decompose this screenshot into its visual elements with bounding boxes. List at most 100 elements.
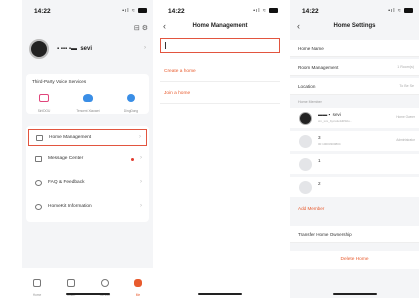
- chevron-right-icon: ›: [140, 179, 142, 185]
- battery-icon: [269, 8, 278, 14]
- nav-bar: ‹ Home Settings: [290, 21, 419, 35]
- header-icons: ⊟ ⚙: [134, 24, 148, 32]
- setting-value: 1 Room(s): [397, 65, 414, 69]
- status-icons: •ıl ≈: [253, 8, 278, 14]
- section-home-member: Home Member: [298, 100, 322, 104]
- help-icon: [35, 180, 42, 186]
- signal-wifi-icon: •ıl ≈: [253, 8, 267, 14]
- member-row[interactable]: ▬▬ ▪ sevi cm_xxx_bycxdu4d0S0u... Home Ow…: [290, 108, 419, 128]
- voice-services-title: Third-Party Voice Services: [32, 79, 87, 84]
- siri-icon: [39, 94, 49, 102]
- dingdong-icon: [127, 94, 135, 102]
- member-row[interactable]: 2: [290, 177, 419, 197]
- tab-label: Me: [135, 293, 141, 297]
- battery-icon: [404, 8, 413, 14]
- smart-tab-icon: [67, 279, 75, 287]
- voice-service-label: Tencent Xiaowei: [76, 109, 100, 113]
- member-role: Administrator: [396, 138, 415, 142]
- menu-item-label: Home Management: [49, 135, 92, 140]
- signal-wifi-icon: •ıl ≈: [388, 8, 402, 14]
- member-name: 2: [318, 181, 321, 186]
- home-indicator: [198, 293, 242, 295]
- join-home-label: Join a home: [164, 91, 191, 96]
- page-title: Home Management: [192, 23, 248, 29]
- voice-service-label: Siri/DOU: [37, 109, 51, 113]
- status-icons: •ıl ≈: [388, 8, 413, 14]
- voice-service-label: DingDong: [123, 109, 139, 113]
- home-indicator: [332, 293, 377, 295]
- unread-dot: [131, 158, 134, 161]
- avatar[interactable]: [29, 39, 49, 59]
- settings-icon[interactable]: ⚙: [142, 25, 148, 32]
- home-tab-icon: [33, 279, 41, 287]
- setting-home-name[interactable]: Home Name: [290, 40, 419, 57]
- text-caret: [165, 42, 166, 49]
- battery-icon: [138, 8, 147, 14]
- create-home-button[interactable]: Create a home: [160, 62, 280, 82]
- message-icon: [35, 156, 42, 162]
- tab-home[interactable]: Home: [26, 274, 48, 297]
- member-name: ▬▬ ▪ sevi: [318, 112, 341, 117]
- setting-label: Home Name: [298, 46, 324, 51]
- member-name: 3: [318, 135, 321, 140]
- menu-item-faq-feedback[interactable]: FAQ & Feedback ›: [28, 175, 147, 192]
- service-tab-icon: [101, 279, 109, 287]
- member-row[interactable]: 3 00 10003300804 Administrator: [290, 131, 419, 151]
- member-name: 1: [318, 158, 321, 163]
- tab-me[interactable]: Me: [127, 274, 149, 297]
- scan-icon[interactable]: ⊟: [134, 25, 140, 32]
- home-settings-screen: 14:22 •ıl ≈ ‹ Home Settings Home Name Ro…: [290, 0, 419, 298]
- delete-home-button[interactable]: Delete Home: [290, 251, 419, 269]
- avatar: [299, 112, 312, 125]
- delete-home-label: Delete Home: [340, 257, 369, 262]
- profile-header[interactable]: ▪ ▪▪▪ ▪▬ sevi ›: [27, 38, 148, 60]
- join-home-button[interactable]: Join a home: [160, 84, 280, 104]
- nav-bar: ‹ Home Management: [156, 21, 284, 35]
- setting-room-management[interactable]: Room Management 1 Room(s): [290, 59, 419, 76]
- home-indicator: [65, 293, 110, 295]
- avatar: [299, 181, 312, 194]
- status-time: 14:22: [302, 8, 319, 15]
- chevron-right-icon: ›: [139, 134, 141, 140]
- menu-item-homekit-information[interactable]: HomeKit Information ›: [28, 199, 147, 216]
- add-member-button[interactable]: Add Member: [298, 206, 324, 211]
- home-list-item-selected[interactable]: [160, 38, 280, 53]
- voice-services-card: Third-Party Voice Services Siri/DOU Tenc…: [26, 74, 149, 114]
- setting-label: Transfer Home Ownership: [298, 232, 352, 237]
- chevron-right-icon: ›: [144, 45, 146, 51]
- member-sub: 00 10003300804: [318, 142, 341, 146]
- avatar: [299, 158, 312, 171]
- home-management-screen: 14:22 •ıl ≈ ‹ Home Management Create a h…: [156, 0, 284, 298]
- transfer-ownership-row[interactable]: Transfer Home Ownership: [290, 226, 419, 243]
- menu-item-home-management[interactable]: Home Management ›: [28, 129, 147, 146]
- status-time: 14:22: [34, 8, 51, 15]
- setting-label: Location: [298, 84, 316, 89]
- tab-label: Home: [32, 293, 42, 297]
- profile-name: ▪ ▪▪▪ ▪▬ sevi: [57, 46, 92, 52]
- member-sub: cm_xxx_bycxdu4d0S0u...: [318, 119, 353, 123]
- setting-label: Room Management: [298, 65, 339, 70]
- status-bar: 14:22 •ıl ≈: [22, 0, 153, 24]
- avatar: [299, 135, 312, 148]
- voice-service-tencent[interactable]: Tencent Xiaowei: [73, 89, 103, 113]
- signal-wifi-icon: •ıl ≈: [122, 8, 136, 14]
- bottom-tab-bar: Home Smart Service Me: [22, 268, 153, 298]
- member-role: Home Owner: [396, 115, 415, 119]
- screenshot-collage: 14:22 •ıl ≈ ⊟ ⚙ ▪ ▪▪▪ ▪▬ sevi › Third-Pa…: [0, 0, 419, 298]
- setting-location[interactable]: Location To Be Se: [290, 78, 419, 95]
- menu-card: Home Management › Message Center › FAQ &…: [26, 126, 149, 222]
- menu-item-message-center[interactable]: Message Center ›: [28, 151, 147, 168]
- voice-service-siri[interactable]: Siri/DOU: [29, 89, 59, 113]
- menu-item-label: FAQ & Feedback: [48, 180, 85, 185]
- voice-service-dingdong[interactable]: DingDong: [116, 89, 146, 113]
- status-time: 14:22: [168, 8, 185, 15]
- status-icons: •ıl ≈: [122, 8, 147, 14]
- me-tab-icon: [134, 279, 142, 287]
- chevron-right-icon: ›: [140, 203, 142, 209]
- menu-item-label: HomeKit Information: [48, 204, 92, 209]
- member-row[interactable]: 1: [290, 154, 419, 174]
- chevron-right-icon: ›: [140, 155, 142, 161]
- setting-value: To Be Se: [399, 84, 414, 88]
- create-home-label: Create a home: [164, 69, 196, 74]
- menu-item-label: Message Center: [48, 156, 84, 161]
